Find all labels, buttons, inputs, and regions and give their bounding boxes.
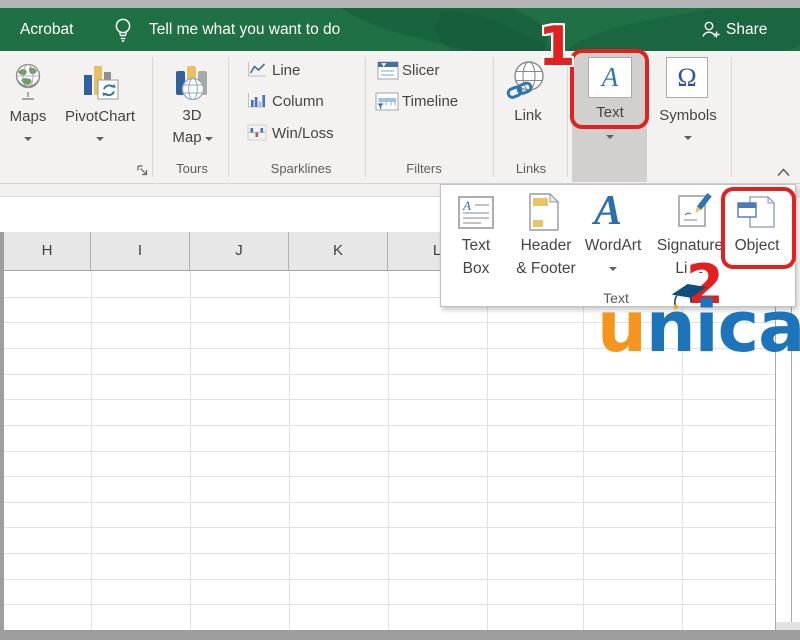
- lightbulb-icon: [112, 16, 134, 44]
- annotation-box-step2: [721, 187, 796, 269]
- slicer-icon: [377, 61, 399, 80]
- sparkline-column-button[interactable]: Column: [272, 93, 324, 110]
- symbols-dropdown-arrow[interactable]: [684, 136, 692, 140]
- group-separator: [731, 57, 732, 177]
- timeline-button[interactable]: Timeline: [402, 93, 458, 110]
- sparklines-group-label: Sparklines: [271, 161, 332, 176]
- ribbon-title-bar: Acrobat Tell me what you want to do Shar…: [0, 8, 800, 51]
- pivotchart-button[interactable]: PivotChart: [65, 108, 135, 125]
- share-icon: [700, 19, 722, 41]
- links-group-label: Links: [516, 161, 546, 176]
- collapse-ribbon-icon[interactable]: [776, 166, 791, 178]
- gridline-horizontal: [4, 451, 775, 452]
- menu-item-text-box-line2[interactable]: Box: [463, 260, 490, 278]
- column-header[interactable]: J: [190, 232, 289, 270]
- 3d-map-button[interactable]: 3D: [182, 107, 201, 124]
- symbols-icon: Ω: [666, 57, 708, 98]
- timeline-icon: [375, 92, 399, 111]
- gridline-horizontal: [4, 476, 775, 477]
- gridline-horizontal: [4, 374, 775, 375]
- menu-item-header-footer[interactable]: Header: [521, 237, 572, 255]
- text-dropdown-arrow[interactable]: [606, 135, 614, 139]
- pivotchart-icon: [82, 63, 120, 101]
- column-header[interactable]: I: [91, 232, 190, 270]
- 3d-map-dropdown-arrow[interactable]: [205, 137, 213, 141]
- dialog-launcher-icon[interactable]: [136, 164, 149, 177]
- link-button[interactable]: Link: [514, 107, 542, 124]
- group-separator: [228, 57, 229, 177]
- filters-group-label: Filters: [406, 161, 441, 176]
- annotation-step-1: 1: [538, 20, 576, 74]
- gridline-horizontal: [4, 425, 775, 426]
- sparkline-line-icon: [247, 61, 267, 78]
- column-header[interactable]: K: [289, 232, 388, 270]
- tours-group-label: Tours: [176, 161, 208, 176]
- sheet-bottom-edge: [0, 630, 800, 640]
- pivotchart-dropdown-arrow[interactable]: [96, 137, 104, 141]
- tell-me-box[interactable]: Tell me what you want to do: [149, 8, 340, 51]
- maps-icon: [13, 62, 43, 104]
- wordart-icon: A: [594, 190, 622, 232]
- menu-item-text-box[interactable]: Text: [462, 237, 490, 255]
- gridline-horizontal: [4, 579, 775, 580]
- menu-item-header-footer-line2[interactable]: & Footer: [516, 260, 575, 278]
- annotation-box-step1: [570, 49, 649, 129]
- slicer-button[interactable]: Slicer: [402, 62, 440, 79]
- excel-window: Acrobat Tell me what you want to do Shar…: [0, 0, 800, 640]
- 3d-map-button-line2[interactable]: Map: [172, 129, 201, 146]
- share-button[interactable]: Share: [726, 8, 767, 51]
- gridline-horizontal: [4, 553, 775, 554]
- sparkline-column-icon: [247, 92, 267, 109]
- scrollbar-corner: [775, 622, 800, 630]
- symbols-button[interactable]: Symbols: [659, 107, 717, 124]
- maps-dropdown-arrow[interactable]: [24, 137, 32, 141]
- window-top-edge: [0, 0, 800, 8]
- menu-item-wordart[interactable]: WordArt: [585, 237, 642, 255]
- column-header[interactable]: H: [4, 232, 91, 270]
- signature-line-icon: [676, 192, 714, 230]
- gridline-horizontal: [4, 399, 775, 400]
- unica-u: u: [597, 286, 646, 368]
- header-footer-icon: [529, 193, 559, 231]
- tab-acrobat[interactable]: Acrobat: [20, 8, 73, 51]
- sparkline-winloss-button[interactable]: Win/Loss: [272, 125, 334, 142]
- wordart-dropdown-arrow[interactable]: [609, 267, 617, 271]
- 3d-map-icon: [172, 63, 214, 101]
- svg-text:A: A: [462, 198, 471, 213]
- gridline-horizontal: [4, 502, 775, 503]
- gridline-horizontal: [4, 604, 775, 605]
- group-separator: [365, 57, 366, 177]
- sparkline-winloss-icon: [247, 124, 267, 141]
- maps-button[interactable]: Maps: [10, 108, 47, 125]
- sparkline-line-button[interactable]: Line: [272, 62, 300, 79]
- group-separator: [493, 57, 494, 177]
- gridline-horizontal: [4, 527, 775, 528]
- text-box-icon: A: [458, 196, 494, 230]
- group-separator: [152, 57, 153, 177]
